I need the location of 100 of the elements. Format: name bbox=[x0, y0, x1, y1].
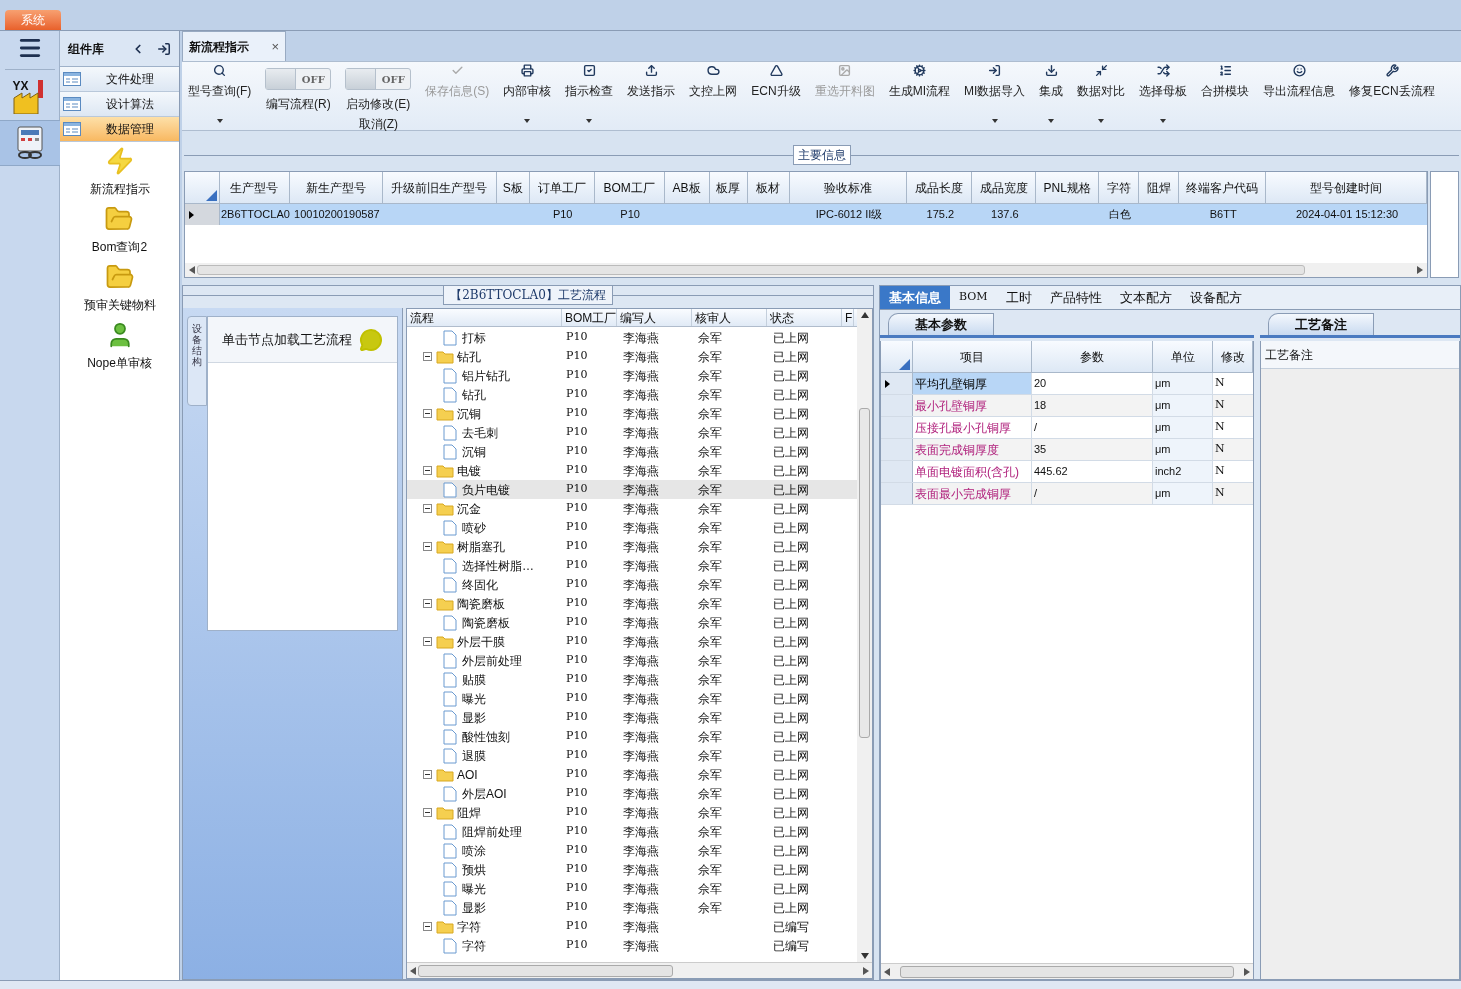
column-header[interactable]: 单位 bbox=[1153, 341, 1213, 372]
tree-row[interactable]: 预烘 P10 李海燕 佘军 已上网 bbox=[407, 860, 857, 879]
table-row[interactable]: 表面最小完成铜厚 / μm N bbox=[881, 483, 1253, 505]
tree-row[interactable]: 喷涂 P10 李海燕 佘军 已上网 bbox=[407, 841, 857, 860]
tree-row[interactable]: 沉铜 P10 李海燕 佘军 已上网 bbox=[407, 442, 857, 461]
collapse-icon[interactable] bbox=[423, 542, 432, 551]
collapse-icon[interactable] bbox=[423, 504, 432, 513]
collapse-icon[interactable] bbox=[423, 352, 432, 361]
column-header[interactable]: 成品宽度 bbox=[972, 172, 1037, 203]
horizontal-scrollbar[interactable] bbox=[185, 263, 1427, 277]
tree-row[interactable]: 外层干膜 P10 李海燕 佘军 已上网 bbox=[407, 632, 857, 651]
column-header[interactable]: 订单工厂 bbox=[529, 172, 595, 203]
dropdown-caret-icon[interactable] bbox=[1098, 119, 1105, 123]
collapse-icon[interactable] bbox=[423, 637, 432, 646]
sidebar-item[interactable]: 文件处理 bbox=[60, 67, 179, 92]
column-header[interactable]: 生产型号 bbox=[219, 172, 290, 203]
scroll-right-icon[interactable] bbox=[863, 966, 869, 975]
tree-row[interactable]: 酸性蚀刻 P10 李海燕 佘军 已上网 bbox=[407, 727, 857, 746]
column-header[interactable]: 终端客户代码 bbox=[1179, 172, 1267, 203]
toolbar-button[interactable]: 修复ECN丢流程 bbox=[1349, 64, 1435, 125]
detail-tab[interactable]: 产品特性 bbox=[1040, 286, 1111, 309]
column-header[interactable]: S板 bbox=[496, 172, 530, 203]
tree-row[interactable]: 沉金 P10 李海燕 佘军 已上网 bbox=[407, 499, 857, 518]
tree-row[interactable]: 树脂塞孔 P10 李海燕 佘军 已上网 bbox=[407, 537, 857, 556]
scroll-right-icon[interactable] bbox=[1244, 967, 1250, 976]
table-row[interactable]: 最小孔壁铜厚 18 μm N bbox=[881, 395, 1253, 417]
column-header[interactable]: 验收标准 bbox=[789, 172, 908, 203]
toolbar-button[interactable]: 文控上网 bbox=[689, 64, 738, 125]
scroll-left-icon[interactable] bbox=[884, 967, 890, 976]
collapse-icon[interactable] bbox=[423, 466, 432, 475]
detail-tab[interactable]: 文本配方 bbox=[1110, 286, 1181, 309]
sidebar-item[interactable]: 设计算法 bbox=[60, 92, 179, 117]
collapse-icon[interactable] bbox=[423, 599, 432, 608]
toolbar-button[interactable]: ECN升级 bbox=[751, 64, 801, 125]
column-header[interactable]: 板厚 bbox=[709, 172, 748, 203]
tree-row[interactable]: 打标 P10 李海燕 佘军 已上网 bbox=[407, 328, 857, 347]
horizontal-scrollbar[interactable] bbox=[407, 962, 872, 978]
table-row[interactable]: 2B6TTOCLA0 10010200190587 P10 P10 IPC-6012 II级 175.2 137.6 白色 B6TT 2024-04-01 15:12:30 bbox=[185, 204, 1427, 225]
column-header[interactable]: 编写人 bbox=[617, 309, 692, 326]
column-header[interactable]: 修改 bbox=[1213, 341, 1253, 372]
tree-row[interactable]: 曝光 P10 李海燕 佘军 已上网 bbox=[407, 689, 857, 708]
tree-row[interactable]: 阻焊 P10 李海燕 佘军 已上网 bbox=[407, 803, 857, 822]
column-header[interactable]: 字符 bbox=[1099, 172, 1140, 203]
detail-tab[interactable]: 基本信息 bbox=[880, 286, 950, 309]
collapse-icon[interactable] bbox=[423, 922, 432, 931]
table-row[interactable]: 平均孔壁铜厚 20 μm N bbox=[881, 373, 1253, 395]
toolbar-button[interactable]: 发送指示 bbox=[627, 64, 676, 125]
side-tab[interactable]: 设备结构 bbox=[187, 316, 207, 406]
table-row[interactable]: 单面电镀面积(含孔) 445.62 inch2 N bbox=[881, 461, 1253, 483]
column-header[interactable]: BOM工厂 bbox=[562, 309, 617, 326]
document-tab[interactable]: 新流程指示 × bbox=[182, 31, 286, 61]
tree-row[interactable]: 钻孔 P10 李海燕 佘军 已上网 bbox=[407, 347, 857, 366]
tree-row[interactable]: 显影 P10 李海燕 佘军 已上网 bbox=[407, 898, 857, 917]
factory-logo[interactable]: YX bbox=[11, 78, 48, 114]
toolbar-button[interactable]: 数据对比 bbox=[1077, 64, 1126, 123]
toolbar-button[interactable]: 指示检查 bbox=[565, 64, 614, 123]
tree-row[interactable]: 贴膜 P10 李海燕 佘军 已上网 bbox=[407, 670, 857, 689]
scroll-right-icon[interactable] bbox=[1417, 266, 1423, 274]
column-header[interactable]: 阻焊 bbox=[1139, 172, 1180, 203]
tree-row[interactable]: 陶瓷磨板 P10 李海燕 佘军 已上网 bbox=[407, 594, 857, 613]
tree-row[interactable]: 喷砂 P10 李海燕 佘军 已上网 bbox=[407, 518, 857, 537]
scroll-left-icon[interactable] bbox=[410, 966, 416, 975]
collapse-icon[interactable] bbox=[423, 808, 432, 817]
tree-row[interactable]: 铝片钻孔 P10 李海燕 佘军 已上网 bbox=[407, 366, 857, 385]
horizontal-scrollbar[interactable] bbox=[881, 963, 1253, 979]
dropdown-caret-icon[interactable] bbox=[1048, 119, 1055, 123]
column-header[interactable]: 板材 bbox=[747, 172, 790, 203]
column-header[interactable]: 成品长度 bbox=[907, 172, 973, 203]
tree-row[interactable]: 负片电镀 P10 李海燕 佘军 已上网 bbox=[407, 480, 857, 499]
toggle-switch[interactable]: OFF bbox=[265, 68, 332, 90]
detail-tab[interactable]: 工时 bbox=[996, 286, 1041, 309]
column-header[interactable]: 新生产型号 bbox=[289, 172, 383, 203]
tree-row[interactable]: 字符 P10 李海燕 已编写 bbox=[407, 936, 857, 955]
toolbar-button[interactable]: 选择母板 bbox=[1139, 64, 1188, 123]
tree-row[interactable]: 选择性树脂… P10 李海燕 佘军 已上网 bbox=[407, 556, 857, 575]
toggle-switch[interactable]: OFF bbox=[345, 68, 412, 90]
column-header[interactable]: PNL规格 bbox=[1036, 172, 1100, 203]
toolbar-button[interactable]: 导出流程信息 bbox=[1263, 64, 1336, 125]
panel-tab[interactable]: 基本参数 bbox=[888, 313, 994, 335]
tree-row[interactable]: 去毛刺 P10 李海燕 佘军 已上网 bbox=[407, 423, 857, 442]
column-header[interactable]: 状态 bbox=[767, 309, 842, 326]
dropdown-caret-icon[interactable] bbox=[991, 119, 998, 123]
column-header[interactable]: 参数 bbox=[1032, 341, 1153, 372]
scroll-left-icon[interactable] bbox=[189, 266, 195, 274]
tree-row[interactable]: 阻焊前处理 P10 李海燕 佘军 已上网 bbox=[407, 822, 857, 841]
tree-row[interactable]: 钻孔 P10 李海燕 佘军 已上网 bbox=[407, 385, 857, 404]
tree-row[interactable]: 字符 P10 李海燕 已编写 bbox=[407, 917, 857, 936]
toolbar-button[interactable]: 型号查询(F) bbox=[188, 64, 252, 123]
toolbar-button[interactable]: MI数据导入 bbox=[964, 64, 1026, 123]
column-header[interactable]: 项目 bbox=[913, 341, 1032, 372]
close-icon[interactable]: × bbox=[271, 36, 279, 57]
detail-tab[interactable]: BOM bbox=[950, 286, 997, 309]
column-header[interactable]: 核审人 bbox=[692, 309, 767, 326]
tree-row[interactable]: 曝光 P10 李海燕 佘军 已上网 bbox=[407, 879, 857, 898]
tree-row[interactable]: 显影 P10 李海燕 佘军 已上网 bbox=[407, 708, 857, 727]
toolbar-button[interactable]: 集成 bbox=[1039, 64, 1064, 123]
module-button[interactable]: 新流程指示 bbox=[89, 146, 150, 198]
dropdown-caret-icon[interactable] bbox=[524, 119, 531, 123]
module-button[interactable]: Bom查询2 bbox=[91, 204, 148, 256]
scroll-down-icon[interactable] bbox=[860, 953, 869, 959]
